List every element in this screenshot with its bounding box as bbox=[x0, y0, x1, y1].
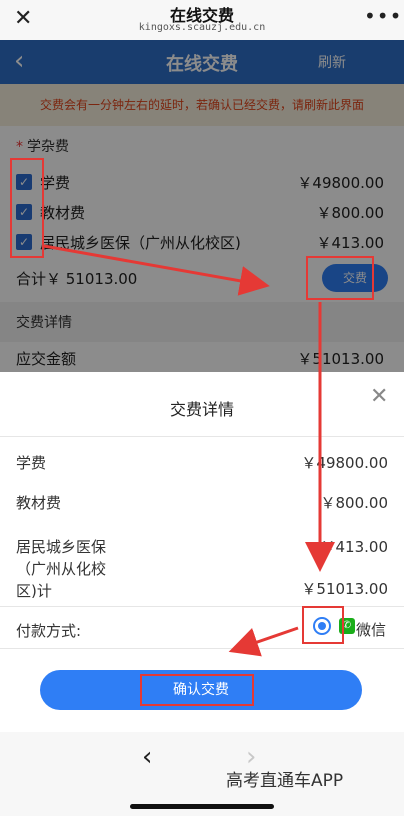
home-indicator[interactable] bbox=[130, 804, 274, 809]
annotation-arrow-3 bbox=[228, 626, 299, 657]
annotation-arrows bbox=[43, 244, 335, 657]
browser-bottom-bar: ‹ › 高考直通车APP bbox=[0, 732, 404, 816]
chevron-left-icon[interactable]: ‹ bbox=[142, 742, 152, 772]
annotation-arrow-1 bbox=[43, 244, 270, 296]
watermark: 高考直通车APP bbox=[226, 771, 344, 791]
